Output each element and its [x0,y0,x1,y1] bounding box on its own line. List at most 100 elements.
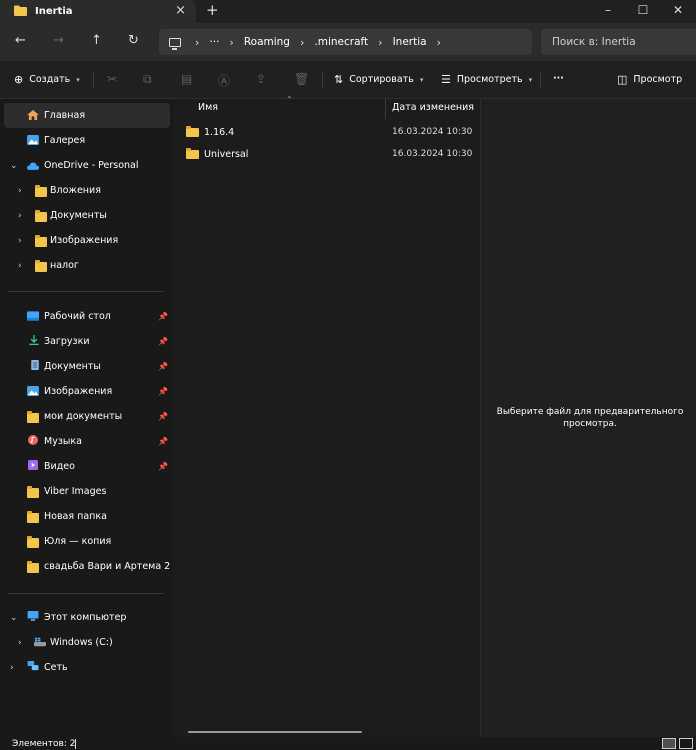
pin-icon[interactable]: 📌 [158,312,168,321]
sidebar-item-desktop[interactable]: Рабочий стол 📌 [4,304,170,329]
pictures-icon [27,386,39,396]
sidebar-item-new-folder[interactable]: Новая папка [4,504,170,529]
divider [93,71,94,89]
sidebar-item-tax[interactable]: › налог [4,253,170,278]
sidebar-item-music[interactable]: Музыка 📌 [4,429,170,454]
view-button[interactable]: ☰ Просмотреть ▾ [441,73,532,86]
forward-button[interactable]: → [53,33,64,48]
column-header-name[interactable]: Имя [198,102,218,113]
column-header-date[interactable]: Дата изменения [392,102,474,113]
sidebar-item-label: Вложения [50,185,101,196]
sidebar-item-documents[interactable]: Документы 📌 [4,354,170,379]
up-button[interactable]: ↑ [91,33,102,48]
cloud-icon [27,162,39,170]
chevron-right-icon[interactable]: › [10,663,14,673]
close-window-button[interactable]: ✕ [662,0,694,23]
sidebar-item-pictures[interactable]: Изображения 📌 [4,379,170,404]
create-button[interactable]: ⊕ Создать ▾ [14,73,80,86]
sidebar-item-yulia-copy[interactable]: Юля — копия [4,529,170,554]
plus-circle-icon: ⊕ [14,73,24,86]
sidebar-item-my-documents[interactable]: мои документы 📌 [4,404,170,429]
chevron-right-icon[interactable]: › [437,36,441,49]
sidebar-item-gallery[interactable]: Галерея [4,128,170,153]
music-icon [28,435,38,445]
tiles-view-button[interactable] [679,738,693,749]
folder-icon [27,511,39,523]
sidebar-item-attachments[interactable]: › Вложения [4,178,170,203]
sidebar-item-onedrive[interactable]: ⌄ OneDrive - Personal [4,153,170,178]
preview-pane-button[interactable]: ◫ Просмотр [617,73,682,86]
item-count: Элементов: 2 [12,739,76,749]
sidebar-item-network[interactable]: › Сеть [4,655,170,680]
search-input[interactable]: Поиск в: Inertia [541,29,696,55]
command-bar: ⊕ Создать ▾ ✂ ⧉ ▤ Ⓐ ⇪ 🗑 ⇅ Сортировать ▾ … [0,61,696,99]
breadcrumb-minecraft[interactable]: .minecraft [314,36,368,48]
table-row[interactable]: Universal 16.03.2024 10:30 [186,143,476,165]
network-icon [27,661,39,671]
rename-icon[interactable]: Ⓐ [218,72,230,89]
pin-icon[interactable]: 📌 [158,412,168,421]
copy-icon[interactable]: ⧉ [143,72,152,87]
chevron-right-icon[interactable]: › [18,261,22,271]
paste-icon[interactable]: ▤ [181,72,192,86]
pin-icon[interactable]: 📌 [158,362,168,371]
sidebar-item-downloads[interactable]: Загрузки 📌 [4,329,170,354]
chevron-right-icon[interactable]: › [18,186,22,196]
sidebar-item-onedrive-pictures[interactable]: › Изображения [4,228,170,253]
sidebar-item-this-pc[interactable]: ⌄ Этот компьютер [4,605,170,630]
create-label: Создать [29,74,71,85]
table-row[interactable]: 1.16.4 16.03.2024 10:30 [186,121,476,143]
chevron-down-icon[interactable]: ⌄ [10,613,18,623]
pin-icon[interactable]: 📌 [158,437,168,446]
pin-icon[interactable]: 📌 [158,462,168,471]
sidebar-item-label: Изображения [44,386,113,397]
sidebar-item-wedding[interactable]: свадьба Вари и Артема 22 апр [4,554,170,579]
refresh-button[interactable]: ↻ [128,33,139,48]
column-divider[interactable] [385,99,386,119]
chevron-down-icon: ▾ [419,75,424,84]
sidebar-item-onedrive-documents[interactable]: › Документы [4,203,170,228]
minimize-button[interactable]: – [592,0,624,23]
chevron-right-icon[interactable]: › [18,211,22,221]
more-options-button[interactable]: ··· [553,73,564,84]
breadcrumb-inertia[interactable]: Inertia [393,36,427,48]
sidebar-item-home[interactable]: Главная [4,103,170,128]
computer-icon [27,611,39,621]
sidebar-item-viber-images[interactable]: Viber Images [4,479,170,504]
delete-icon[interactable]: 🗑 [294,72,309,86]
back-button[interactable]: ← [15,33,26,48]
tab-close-button[interactable]: × [175,3,186,18]
sidebar-item-label: Документы [44,361,101,372]
share-icon[interactable]: ⇪ [256,72,266,86]
status-divider [75,739,76,749]
sidebar-item-windows-c[interactable]: › Windows (C:) [4,630,170,655]
chevron-right-icon[interactable]: › [18,638,22,648]
tab-inertia[interactable]: Inertia × [0,0,196,23]
horizontal-scrollbar[interactable] [188,731,362,733]
chevron-right-icon[interactable]: › [18,236,22,246]
new-tab-button[interactable]: + [206,1,219,19]
folder-icon [27,486,39,498]
desktop-icon [27,311,39,321]
sidebar-item-label: Документы [50,210,107,221]
chevron-down-icon: ▾ [528,75,533,84]
folder-icon [35,210,47,222]
sidebar-item-video[interactable]: Видео 📌 [4,454,170,479]
preview-label: Просмотр [633,74,683,85]
folder-icon [27,536,39,548]
details-view-button[interactable] [662,738,676,749]
sidebar-item-label: Юля — копия [44,536,112,547]
breadcrumb-roaming[interactable]: Roaming [244,36,290,48]
maximize-button[interactable]: ☐ [627,0,659,23]
pin-icon[interactable]: 📌 [158,337,168,346]
cut-icon[interactable]: ✂ [107,72,117,86]
pin-icon[interactable]: 📌 [158,387,168,396]
sidebar-item-label: Windows (C:) [50,637,113,648]
chevron-down-icon[interactable]: ⌄ [10,161,18,171]
sort-button[interactable]: ⇅ Сортировать ▾ [334,73,423,86]
address-bar[interactable]: › ··· › Roaming › .minecraft › Inertia › [159,29,532,55]
sidebar-item-label: мои документы [44,411,123,422]
folder-icon [27,561,39,573]
video-icon [28,460,38,470]
breadcrumb-more[interactable]: ··· [209,36,219,48]
